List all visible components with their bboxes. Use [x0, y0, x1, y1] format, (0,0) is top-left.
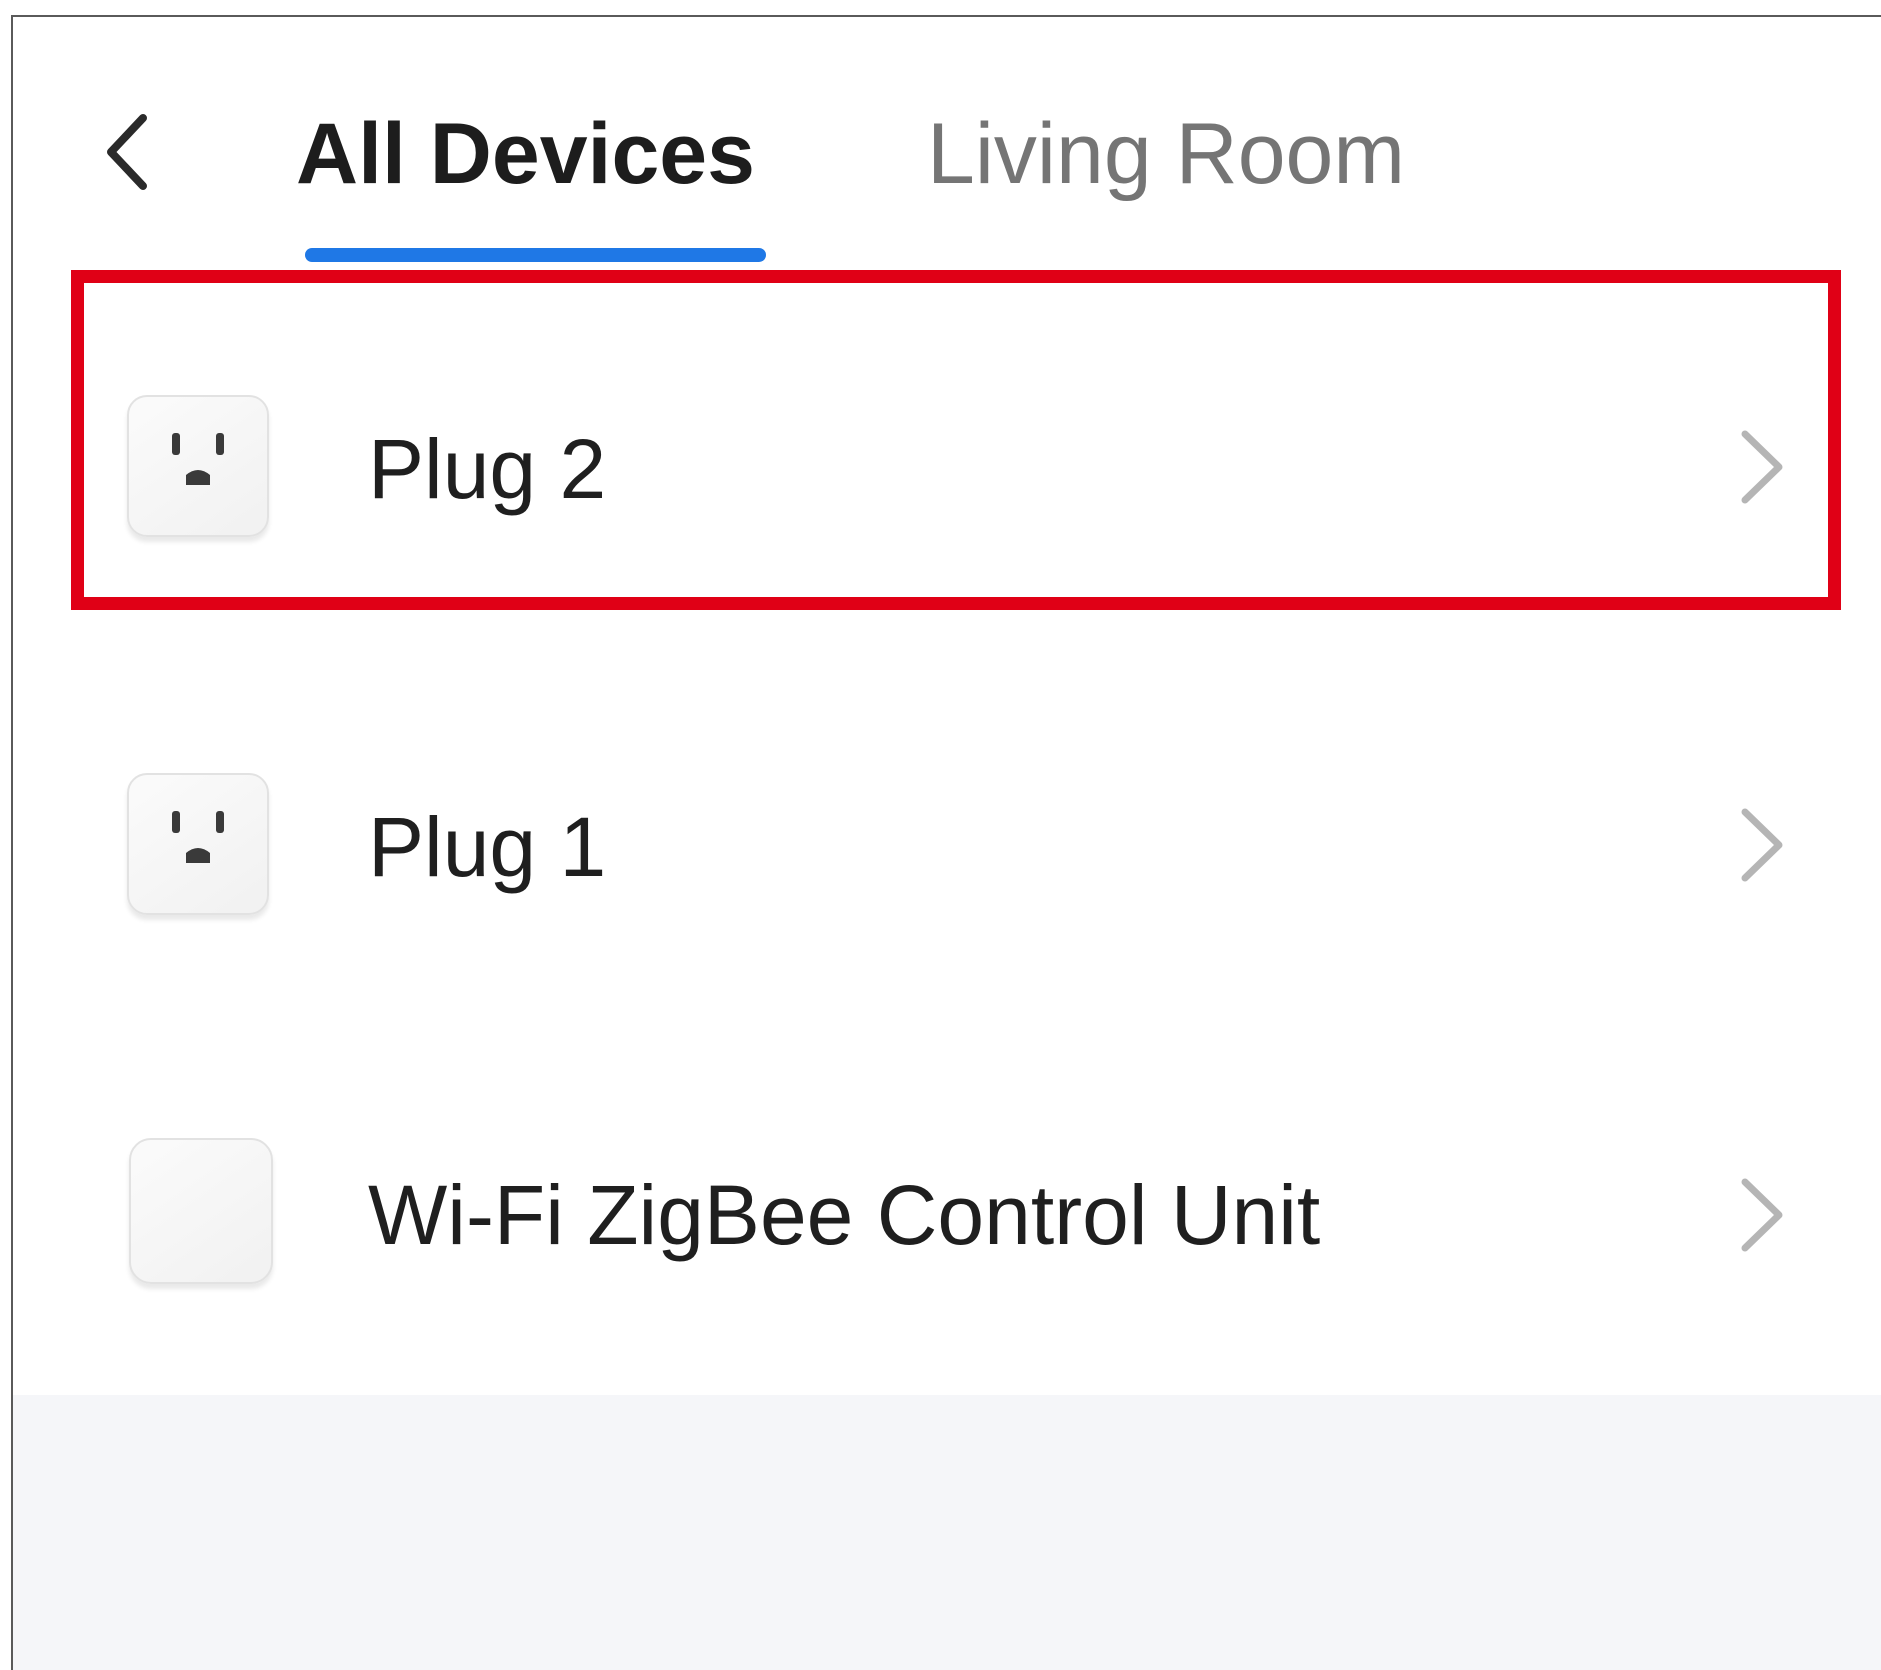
chevron-right-icon [1741, 1178, 1783, 1252]
active-tab-indicator [305, 248, 766, 262]
chevron-right-icon [1741, 430, 1783, 504]
smart-plug-icon [127, 773, 269, 915]
app-screen: All Devices Living Room Plug 2 Plug 1 Wi… [11, 15, 1881, 1670]
device-row-zigbee-control-unit[interactable]: Wi-Fi ZigBee Control Unit [13, 1073, 1881, 1373]
device-name: Wi-Fi ZigBee Control Unit [368, 1168, 1321, 1262]
tab-header: All Devices Living Room [13, 17, 1881, 267]
smart-plug-icon [127, 395, 269, 537]
hub-icon [129, 1138, 273, 1284]
device-name: Plug 1 [368, 800, 607, 894]
tab-living-room[interactable]: Living Room [927, 99, 1405, 209]
device-name: Plug 2 [368, 422, 607, 516]
empty-footer-area [13, 1395, 1881, 1670]
device-row-plug-1[interactable]: Plug 1 [13, 695, 1881, 995]
chevron-right-icon [1741, 808, 1783, 882]
tab-all-devices[interactable]: All Devices [296, 99, 755, 209]
back-button[interactable] [83, 97, 173, 207]
device-row-plug-2[interactable]: Plug 2 [13, 317, 1881, 617]
chevron-left-icon [107, 114, 147, 190]
